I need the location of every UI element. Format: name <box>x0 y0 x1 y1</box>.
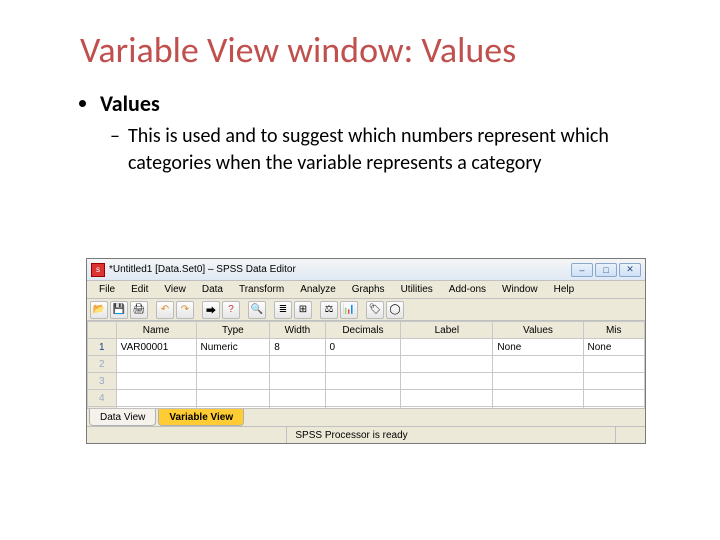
corner-cell <box>88 322 117 339</box>
menu-analyze[interactable]: Analyze <box>292 283 344 296</box>
variable-grid[interactable]: Name Type Width Decimals Label Values Mi… <box>87 321 645 408</box>
view-tabs: Data View Variable View <box>87 408 645 426</box>
info-icon[interactable]: ? <box>222 301 240 319</box>
menu-window[interactable]: Window <box>494 283 546 296</box>
tab-data-view[interactable]: Data View <box>89 409 156 426</box>
header-row: Name Type Width Decimals Label Values Mi… <box>88 322 645 339</box>
menu-transform[interactable]: Transform <box>231 283 292 296</box>
col-decimals[interactable]: Decimals <box>325 322 401 339</box>
separator-icon <box>314 301 318 319</box>
cell-mis[interactable]: None <box>583 339 644 356</box>
select-icon[interactable]: ⚖ <box>320 301 338 319</box>
separator-icon <box>242 301 246 319</box>
slide-title: Variable View window: Values <box>80 28 660 72</box>
row-number[interactable]: 1 <box>88 339 117 356</box>
menu-graphs[interactable]: Graphs <box>344 283 393 296</box>
separator-icon <box>196 301 200 319</box>
menu-addons[interactable]: Add-ons <box>441 283 494 296</box>
table-row[interactable]: 4 <box>88 390 645 407</box>
col-type[interactable]: Type <box>196 322 270 339</box>
col-label[interactable]: Label <box>401 322 493 339</box>
save-icon[interactable]: 💾 <box>110 301 128 319</box>
weight-icon[interactable]: 📊 <box>340 301 358 319</box>
value-labels-icon[interactable]: 🏷 <box>366 301 384 319</box>
minimize-button[interactable]: – <box>571 263 593 277</box>
title-bar: s *Untitled1 [Data.Set0] – SPSS Data Edi… <box>87 259 645 281</box>
bullet-values-text: Values <box>100 90 160 117</box>
table-row[interactable]: 1 VAR00001 Numeric 8 0 None None <box>88 339 645 356</box>
window-title: *Untitled1 [Data.Set0] – SPSS Data Edito… <box>109 264 571 275</box>
cell-decimals[interactable]: 0 <box>325 339 401 356</box>
sub-bullet: This is used and to suggest which number… <box>128 123 660 177</box>
insert-case-icon[interactable]: ⊞ <box>294 301 312 319</box>
status-bar: SPSS Processor is ready <box>87 426 645 443</box>
status-pad <box>615 427 645 443</box>
grid-area: Name Type Width Decimals Label Values Mi… <box>87 321 645 408</box>
menu-utilities[interactable]: Utilities <box>393 283 441 296</box>
col-width[interactable]: Width <box>270 322 325 339</box>
find-icon[interactable]: 🔍 <box>248 301 266 319</box>
menu-help[interactable]: Help <box>546 283 583 296</box>
table-row[interactable]: 3 <box>88 373 645 390</box>
tool-bar: 📂 💾 🖨 ↶ ↷ ⮕ ? 🔍 ≣ ⊞ ⚖ 📊 🏷 ◯ <box>87 299 645 321</box>
bullet-values: Values This is used and to suggest which… <box>100 90 660 177</box>
table-row[interactable]: 2 <box>88 356 645 373</box>
table-row[interactable]: 5 <box>88 407 645 409</box>
separator-icon <box>150 301 154 319</box>
print-icon[interactable]: 🖨 <box>130 301 148 319</box>
cell-type[interactable]: Numeric <box>196 339 270 356</box>
status-processor: SPSS Processor is ready <box>286 427 415 443</box>
insert-var-icon[interactable]: ≣ <box>274 301 292 319</box>
col-name[interactable]: Name <box>116 322 196 339</box>
redo-icon[interactable]: ↷ <box>176 301 194 319</box>
row-number[interactable]: 3 <box>88 373 117 390</box>
menu-bar: File Edit View Data Transform Analyze Gr… <box>87 281 645 299</box>
goto-icon[interactable]: ⮕ <box>202 301 220 319</box>
open-icon[interactable]: 📂 <box>90 301 108 319</box>
tab-variable-view[interactable]: Variable View <box>158 409 244 426</box>
separator-icon <box>360 301 364 319</box>
undo-icon[interactable]: ↶ <box>156 301 174 319</box>
separator-icon <box>268 301 272 319</box>
app-icon: s <box>91 263 105 277</box>
cell-width[interactable]: 8 <box>270 339 325 356</box>
row-number[interactable]: 4 <box>88 390 117 407</box>
col-values[interactable]: Values <box>493 322 583 339</box>
close-button[interactable]: ✕ <box>619 263 641 277</box>
menu-data[interactable]: Data <box>194 283 231 296</box>
menu-file[interactable]: File <box>91 283 123 296</box>
menu-edit[interactable]: Edit <box>123 283 156 296</box>
cell-values[interactable]: None <box>493 339 583 356</box>
cell-label[interactable] <box>401 339 493 356</box>
maximize-button[interactable]: □ <box>595 263 617 277</box>
use-sets-icon[interactable]: ◯ <box>386 301 404 319</box>
row-number[interactable]: 2 <box>88 356 117 373</box>
row-number[interactable]: 5 <box>88 407 117 409</box>
cell-name[interactable]: VAR00001 <box>116 339 196 356</box>
spss-window: s *Untitled1 [Data.Set0] – SPSS Data Edi… <box>86 258 646 444</box>
col-mis[interactable]: Mis <box>583 322 644 339</box>
menu-view[interactable]: View <box>156 283 194 296</box>
